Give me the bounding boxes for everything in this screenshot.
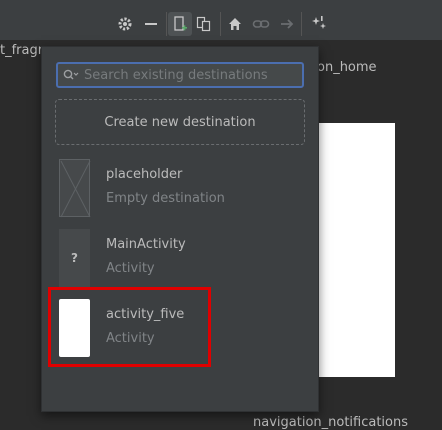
destination-type: Activity	[106, 261, 155, 276]
unknown-layout-thumbnail: ?	[59, 229, 90, 287]
destination-name: MainActivity	[106, 237, 186, 252]
gear-icon[interactable]	[113, 12, 137, 36]
duplicate-icon[interactable]	[192, 12, 216, 36]
new-destination-icon[interactable]	[168, 12, 192, 36]
destination-preview[interactable]	[317, 123, 395, 377]
placeholder-thumbnail	[59, 159, 91, 218]
minus-icon[interactable]	[139, 12, 163, 36]
home-icon[interactable]	[223, 12, 247, 36]
destination-item-mainactivity[interactable]: ? MainActivity Activity	[56, 229, 296, 291]
toolbar-separator	[166, 12, 167, 36]
destination-name: placeholder	[106, 167, 183, 182]
toolbar-separator	[301, 12, 302, 36]
destination-item-placeholder[interactable]: placeholder Empty destination	[56, 159, 296, 221]
create-new-destination-button[interactable]: Create new destination	[55, 99, 305, 145]
selection-highlight	[48, 287, 211, 367]
link-icon[interactable]	[249, 12, 273, 36]
arrow-right-icon[interactable]	[275, 12, 299, 36]
search-input[interactable]	[84, 67, 294, 83]
destination-type: Empty destination	[106, 191, 225, 206]
fragment-label: t_fragn	[0, 43, 46, 58]
destination-label-home: on_home	[317, 60, 377, 75]
search-icon	[63, 69, 79, 81]
magic-wand-icon[interactable]	[307, 12, 331, 36]
toolbar-separator	[220, 12, 221, 36]
destination-label-notifications: navigation_notifications	[253, 415, 409, 430]
search-field[interactable]	[56, 62, 304, 88]
